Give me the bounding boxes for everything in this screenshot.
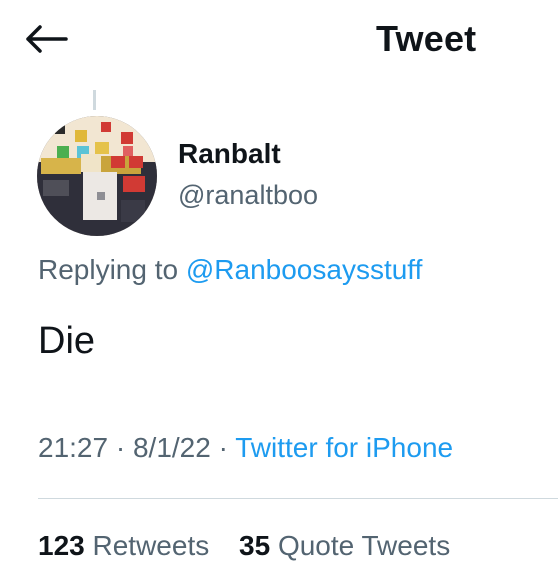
tweet-date[interactable]: 8/1/22 (133, 432, 211, 463)
replying-to-mention-link[interactable]: @Ranboosaysstuff (186, 254, 422, 285)
separator-dot: · (218, 432, 228, 463)
display-name[interactable]: Ranbalt (178, 138, 281, 170)
divider (38, 498, 558, 499)
retweets-label: Retweets (92, 530, 210, 561)
retweets-stat[interactable]: 123 Retweets (38, 530, 209, 561)
tweet-time[interactable]: 21:27 (38, 432, 108, 463)
user-handle[interactable]: @ranaltboo (178, 180, 318, 211)
retweets-count: 123 (38, 530, 85, 561)
back-button[interactable] (24, 18, 72, 62)
tweet-text: Die (38, 320, 96, 362)
quote-tweets-count: 35 (239, 530, 271, 561)
top-bar: Tweet (0, 0, 558, 80)
avatar[interactable] (37, 116, 157, 236)
tweet-source-link[interactable]: Twitter for iPhone (235, 432, 453, 463)
separator-dot: · (115, 432, 126, 463)
tweet-metadata: 21:27 · 8/1/22 · Twitter for iPhone (38, 432, 453, 464)
avatar-image (37, 116, 157, 236)
quote-tweets-label: Quote Tweets (277, 530, 451, 561)
replying-to-label: Replying to (38, 254, 179, 285)
page-title: Tweet (376, 18, 477, 59)
tweet-stats: 123 Retweets 35 Quote Tweets (38, 530, 472, 562)
thread-connector-line (93, 90, 96, 110)
quote-tweets-stat[interactable]: 35 Quote Tweets (239, 530, 450, 561)
arrow-left-icon (26, 25, 68, 53)
replying-to-line: Replying to @Ranboosaysstuff (38, 254, 422, 286)
